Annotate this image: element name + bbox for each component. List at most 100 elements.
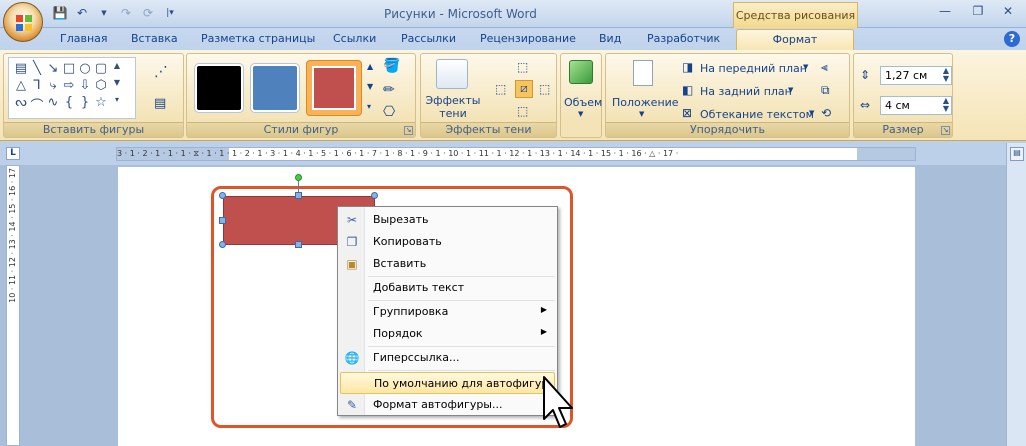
- style-swatch-red[interactable]: [306, 60, 362, 116]
- arrow-shape-icon[interactable]: ↘: [45, 61, 61, 78]
- line-shape-icon[interactable]: ╲: [29, 61, 45, 78]
- nudge-right-icon[interactable]: ⬚: [539, 82, 550, 96]
- tab-review[interactable]: Рецензирование: [480, 32, 576, 45]
- tab-mailings[interactable]: Рассылки: [401, 32, 456, 45]
- change-shape-icon[interactable]: ⎔: [383, 104, 395, 120]
- bring-front-button[interactable]: На передний план: [700, 62, 807, 75]
- bring-front-icon[interactable]: ◨: [682, 60, 693, 74]
- oval-shape-icon[interactable]: ○: [77, 61, 93, 78]
- nudge-left-icon[interactable]: ⬚: [495, 82, 506, 96]
- right-arrow-shape-icon[interactable]: ⇨: [61, 78, 77, 95]
- selection-handle-l[interactable]: [219, 217, 226, 224]
- vertical-ruler[interactable]: 10 · 11 · 12 · 13 · 14 · 15 · 16 · 17: [6, 165, 20, 446]
- menu-item-hyperlink[interactable]: 🌐 Гиперссылка...: [340, 347, 555, 369]
- textbox-shape-icon[interactable]: ▤: [13, 61, 29, 78]
- menu-item-cut[interactable]: ✂ Вырезать: [340, 209, 555, 231]
- close-button[interactable]: ✕: [998, 4, 1018, 20]
- restore-button[interactable]: ❐: [968, 4, 988, 20]
- volume-dropdown-icon[interactable]: ▼: [578, 110, 583, 118]
- volume-icon[interactable]: [569, 60, 593, 84]
- rotate-icon[interactable]: ⟲: [821, 106, 831, 120]
- outline-color-icon[interactable]: ✏: [383, 82, 395, 98]
- undo-dropdown-icon[interactable]: ▼: [96, 5, 112, 21]
- volume-button[interactable]: Объем: [564, 96, 602, 109]
- shadow-effects-icon[interactable]: [436, 59, 468, 89]
- triangle-shape-icon[interactable]: △: [13, 78, 29, 95]
- menu-item-add-text[interactable]: Добавить текст: [340, 277, 555, 299]
- position-dropdown-icon[interactable]: ▼: [639, 110, 644, 118]
- styles-more[interactable]: ▾: [367, 102, 371, 111]
- rotation-handle[interactable]: [295, 174, 302, 181]
- align-icon[interactable]: ⫷: [821, 60, 828, 75]
- curved-arrow-shape-icon[interactable]: ⤷: [45, 78, 61, 95]
- height-input[interactable]: 1,27 см ▲ ▼: [880, 66, 952, 85]
- height-spin-icon[interactable]: ▲ ▼: [943, 67, 949, 83]
- width-spin-icon[interactable]: ▲ ▼: [943, 97, 949, 113]
- selection-handle-t[interactable]: [295, 192, 302, 199]
- selection-handle-b[interactable]: [295, 241, 302, 248]
- scroll-down-icon[interactable]: ▼: [109, 78, 125, 95]
- text-wrap-button[interactable]: Обтекание текстом: [700, 108, 814, 121]
- bring-front-dropdown[interactable]: ▼: [803, 63, 808, 71]
- tab-home[interactable]: Главная: [60, 32, 108, 45]
- brace-shape-icon[interactable]: {: [61, 95, 77, 112]
- elbow-shape-icon[interactable]: ⅂: [29, 78, 45, 95]
- vertical-scrollbar[interactable]: ▤: [1006, 143, 1026, 446]
- down-arrow-shape-icon[interactable]: ⇩: [77, 78, 93, 95]
- redo-icon[interactable]: ↷: [118, 5, 134, 21]
- scroll-up-icon[interactable]: ▲: [109, 61, 125, 78]
- rounded-rect-shape-icon[interactable]: ▢: [93, 61, 109, 78]
- shapes-gallery[interactable]: ▤ ╲ ↘ □ ○ ▢ ▲ △ ⅂ ⤷ ⇨ ⇩ ⬡ ▼ ᔓ ⌒ ∿ { } ☆: [8, 57, 136, 119]
- send-back-dropdown[interactable]: ▼: [788, 86, 793, 94]
- tab-format[interactable]: Формат: [736, 29, 854, 51]
- shadow-effects-button[interactable]: Эффекты тени: [425, 94, 481, 120]
- undo-icon[interactable]: ↶: [74, 5, 90, 21]
- rectangle-shape-icon[interactable]: □: [61, 61, 77, 78]
- selection-handle-tl[interactable]: [219, 192, 226, 199]
- freeform-shape-icon[interactable]: ⬡: [93, 78, 109, 95]
- nudge-up-icon[interactable]: ⬚: [517, 60, 528, 74]
- menu-item-order[interactable]: Порядок ▶: [340, 323, 555, 345]
- customize-qat-icon[interactable]: |▾: [162, 5, 178, 21]
- nudge-down-icon[interactable]: ⬚: [517, 104, 528, 118]
- tab-references[interactable]: Ссылки: [333, 32, 376, 45]
- brace-right-shape-icon[interactable]: }: [77, 95, 93, 112]
- tab-view[interactable]: Вид: [599, 32, 621, 45]
- horizontal-ruler[interactable]: 3 · 1 · 2 · 1 · 1 · 1 · ⧖ · 1 · 1 · 1 · …: [116, 147, 916, 161]
- fill-color-icon[interactable]: 🪣: [383, 58, 400, 74]
- menu-item-copy[interactable]: ❐ Копировать: [340, 231, 555, 253]
- shadow-toggle-icon[interactable]: ⧄: [515, 80, 533, 98]
- tab-selector[interactable]: L: [6, 147, 20, 160]
- repeat-icon[interactable]: ⟳: [140, 5, 156, 21]
- help-icon[interactable]: ?: [1004, 31, 1020, 47]
- send-back-icon[interactable]: ◧: [682, 83, 693, 97]
- curve-shape-icon[interactable]: ᔓ: [13, 95, 29, 112]
- width-input[interactable]: 4 см ▲ ▼: [880, 96, 952, 115]
- styles-scroll-up[interactable]: ▲: [367, 62, 373, 71]
- tab-page-layout[interactable]: Разметка страницы: [201, 32, 315, 45]
- menu-item-set-default[interactable]: По умолчанию для автофигур: [340, 372, 555, 394]
- styles-scroll-down[interactable]: ▼: [367, 82, 373, 91]
- group-icon[interactable]: ⧉: [821, 83, 830, 98]
- office-button[interactable]: [3, 2, 43, 42]
- menu-item-grouping[interactable]: Группировка ▶: [340, 301, 555, 323]
- view-ruler-icon[interactable]: ▤: [1010, 147, 1024, 161]
- position-icon[interactable]: [633, 60, 653, 86]
- text-wrap-dropdown[interactable]: ▼: [809, 109, 814, 117]
- size-launcher[interactable]: ↘: [941, 126, 950, 135]
- position-button[interactable]: Положение: [612, 96, 679, 109]
- selection-handle-bl[interactable]: [219, 241, 226, 248]
- selection-handle-tr[interactable]: [371, 192, 378, 199]
- save-icon[interactable]: 💾: [52, 5, 68, 21]
- menu-item-paste[interactable]: ▣ Вставить: [340, 253, 555, 275]
- style-swatch-black[interactable]: [195, 64, 243, 112]
- tab-insert[interactable]: Вставка: [131, 32, 178, 45]
- minimize-button[interactable]: —: [935, 4, 955, 20]
- more-shapes-icon[interactable]: ▾: [109, 95, 125, 112]
- arc-shape-icon[interactable]: ⌒: [29, 95, 45, 114]
- shape-styles-launcher[interactable]: ↘: [404, 126, 413, 135]
- text-wrap-icon[interactable]: ⊠: [682, 106, 692, 120]
- wave-shape-icon[interactable]: ∿: [45, 95, 61, 112]
- tab-developer[interactable]: Разработчик: [647, 32, 720, 45]
- star-shape-icon[interactable]: ☆: [93, 95, 109, 112]
